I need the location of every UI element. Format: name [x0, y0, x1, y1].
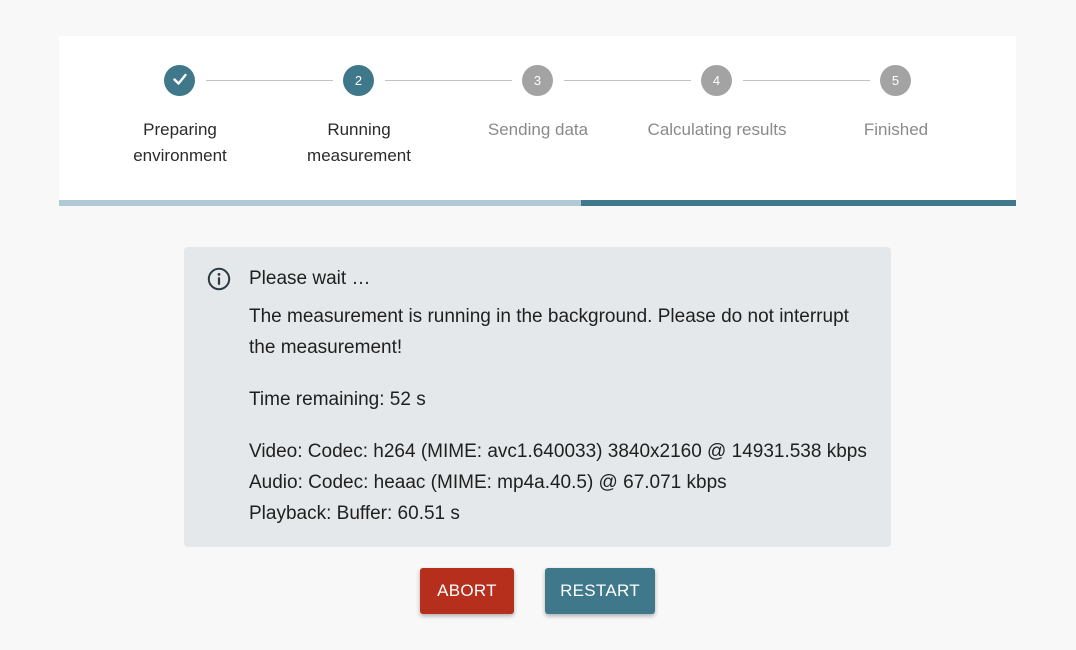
info-message-line-2: the measurement! — [249, 337, 403, 358]
restart-button[interactable]: RESTART — [545, 568, 655, 614]
progress-bar — [59, 200, 1016, 206]
info-panel: Please wait … The measurement is running… — [184, 247, 891, 547]
step-3-label: Sending data — [487, 120, 589, 139]
time-remaining: Time remaining: 52 s — [249, 389, 426, 410]
info-circle-icon — [207, 267, 231, 291]
step-3-circle: 3 — [522, 65, 553, 96]
step-2-label: Running measurement — [307, 120, 411, 165]
step-4-label: Calculating results — [647, 120, 787, 139]
stepper-card: Preparing environment 2 Running measurem… — [59, 36, 1016, 206]
video-info: Video: Codec: h264 (MIME: avc1.640033) 3… — [249, 441, 867, 462]
step-5-circle: 5 — [880, 65, 911, 96]
step-5-label: Finished — [863, 120, 929, 139]
step-connector — [385, 80, 512, 81]
step-connector — [564, 80, 691, 81]
step-1-label: Preparing environment — [133, 120, 227, 165]
step-1-circle — [164, 65, 195, 96]
info-message-line-1: The measurement is running in the backgr… — [249, 306, 849, 327]
abort-button[interactable]: ABORT — [420, 568, 514, 614]
step-connector — [743, 80, 870, 81]
playback-info: Playback: Buffer: 60.51 s — [249, 503, 460, 524]
progress-bar-fill — [59, 200, 581, 206]
step-2-circle: 2 — [343, 65, 374, 96]
step-connector — [206, 80, 333, 81]
check-icon — [171, 70, 189, 91]
step-4-circle: 4 — [701, 65, 732, 96]
audio-info: Audio: Codec: heaac (MIME: mp4a.40.5) @ … — [249, 472, 727, 493]
info-title: Please wait … — [249, 268, 371, 289]
